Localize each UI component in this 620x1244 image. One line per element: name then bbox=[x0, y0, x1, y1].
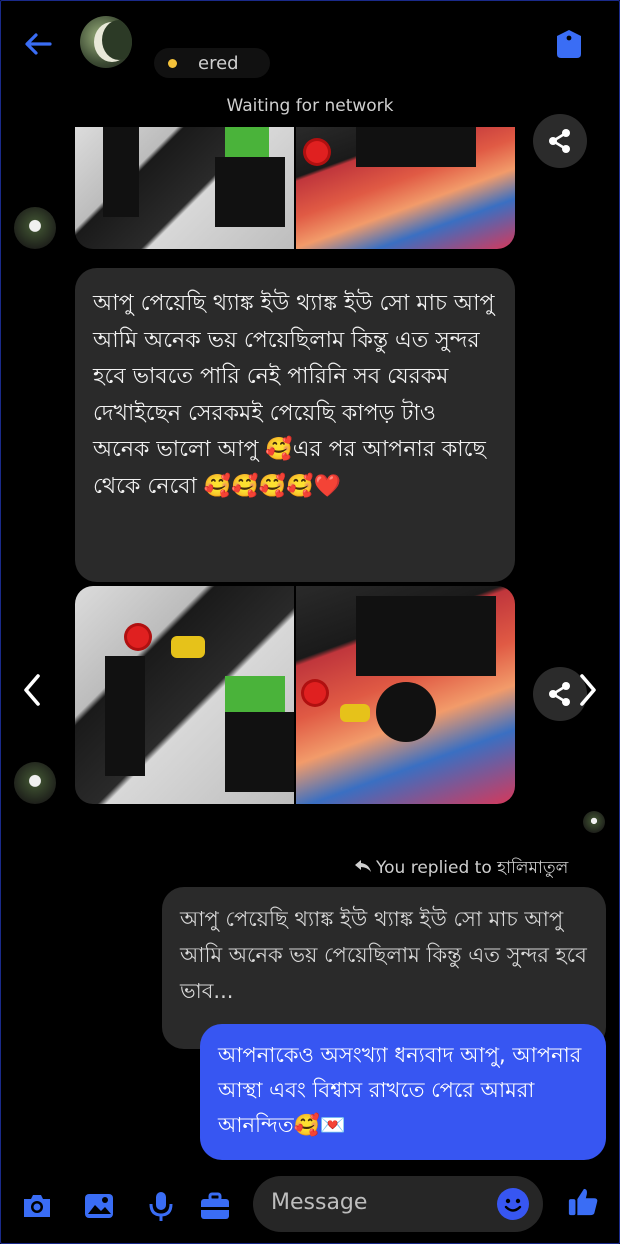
photo-attachment[interactable] bbox=[296, 127, 515, 249]
sender-avatar[interactable] bbox=[14, 762, 56, 804]
network-status: Waiting for network bbox=[226, 96, 394, 116]
share-button[interactable] bbox=[533, 114, 587, 168]
reply-arrow-icon bbox=[355, 860, 371, 872]
incoming-message-bubble[interactable]: আপু পেয়েছি থ্যাঙ্ক ইউ থ্যাঙ্ক ইউ সো মাচ… bbox=[75, 268, 515, 582]
sender-avatar[interactable] bbox=[14, 207, 56, 249]
message-composer: Message bbox=[0, 1172, 620, 1238]
photo-object bbox=[356, 596, 496, 676]
photo-object bbox=[376, 682, 436, 742]
share-icon bbox=[549, 682, 570, 706]
photo-flower bbox=[304, 682, 326, 704]
photo-object bbox=[356, 127, 476, 167]
reply-label: You replied to হালিমাতুল bbox=[376, 858, 569, 878]
briefcase-icon[interactable] bbox=[198, 1190, 232, 1222]
back-arrow-icon[interactable] bbox=[22, 28, 54, 60]
photo-flower bbox=[127, 626, 149, 648]
chevron-right-icon[interactable] bbox=[574, 670, 600, 710]
photo-attachment-row[interactable] bbox=[75, 586, 515, 804]
status-text: ered bbox=[198, 53, 239, 74]
camera-icon[interactable] bbox=[20, 1190, 54, 1222]
photo-object bbox=[225, 676, 285, 712]
quoted-message-text: আপু পেয়েছি থ্যাঙ্ক ইউ থ্যাঙ্ক ইউ সো মাচ… bbox=[180, 907, 587, 1003]
share-icon bbox=[549, 129, 570, 153]
photo-object bbox=[215, 157, 285, 227]
photo-object bbox=[340, 704, 370, 722]
avatar-moon-cut bbox=[102, 20, 132, 60]
message-input-placeholder: Message bbox=[271, 1190, 368, 1215]
photo-object bbox=[225, 712, 294, 792]
photo-attachment-row[interactable] bbox=[75, 127, 515, 249]
gallery-icon[interactable] bbox=[82, 1190, 116, 1222]
conversation-header: ered bbox=[0, 0, 620, 90]
emoji-icon[interactable] bbox=[497, 1188, 529, 1220]
photo-object bbox=[225, 127, 269, 157]
photo-attachment[interactable] bbox=[296, 586, 515, 804]
photo-flower bbox=[306, 141, 328, 163]
photo-attachment[interactable] bbox=[75, 127, 294, 249]
photo-object bbox=[103, 127, 139, 217]
contact-avatar[interactable] bbox=[80, 16, 132, 68]
outgoing-message-text: আপনাকেও অসংখ্যা ধন্যবাদ আপু, আপনার আস্থা… bbox=[218, 1043, 582, 1137]
emoji-face-glyph bbox=[504, 1198, 522, 1212]
microphone-icon[interactable] bbox=[144, 1190, 178, 1222]
photo-object bbox=[171, 636, 205, 658]
read-receipt-avatar bbox=[583, 811, 605, 833]
thumbs-up-icon[interactable] bbox=[566, 1186, 600, 1218]
photo-attachment[interactable] bbox=[75, 586, 294, 804]
chevron-left-icon[interactable] bbox=[20, 670, 46, 710]
photo-object bbox=[105, 656, 145, 776]
message-input[interactable]: Message bbox=[253, 1176, 543, 1232]
shield-icon[interactable] bbox=[554, 28, 584, 60]
outgoing-message-bubble[interactable]: আপনাকেও অসংখ্যা ধন্যবাদ আপু, আপনার আস্থা… bbox=[200, 1024, 606, 1160]
status-pill: ered bbox=[154, 48, 270, 78]
status-dot bbox=[168, 59, 177, 68]
incoming-message-text: আপু পেয়েছি থ্যাঙ্ক ইউ থ্যাঙ্ক ইউ সো মাচ… bbox=[93, 291, 495, 499]
